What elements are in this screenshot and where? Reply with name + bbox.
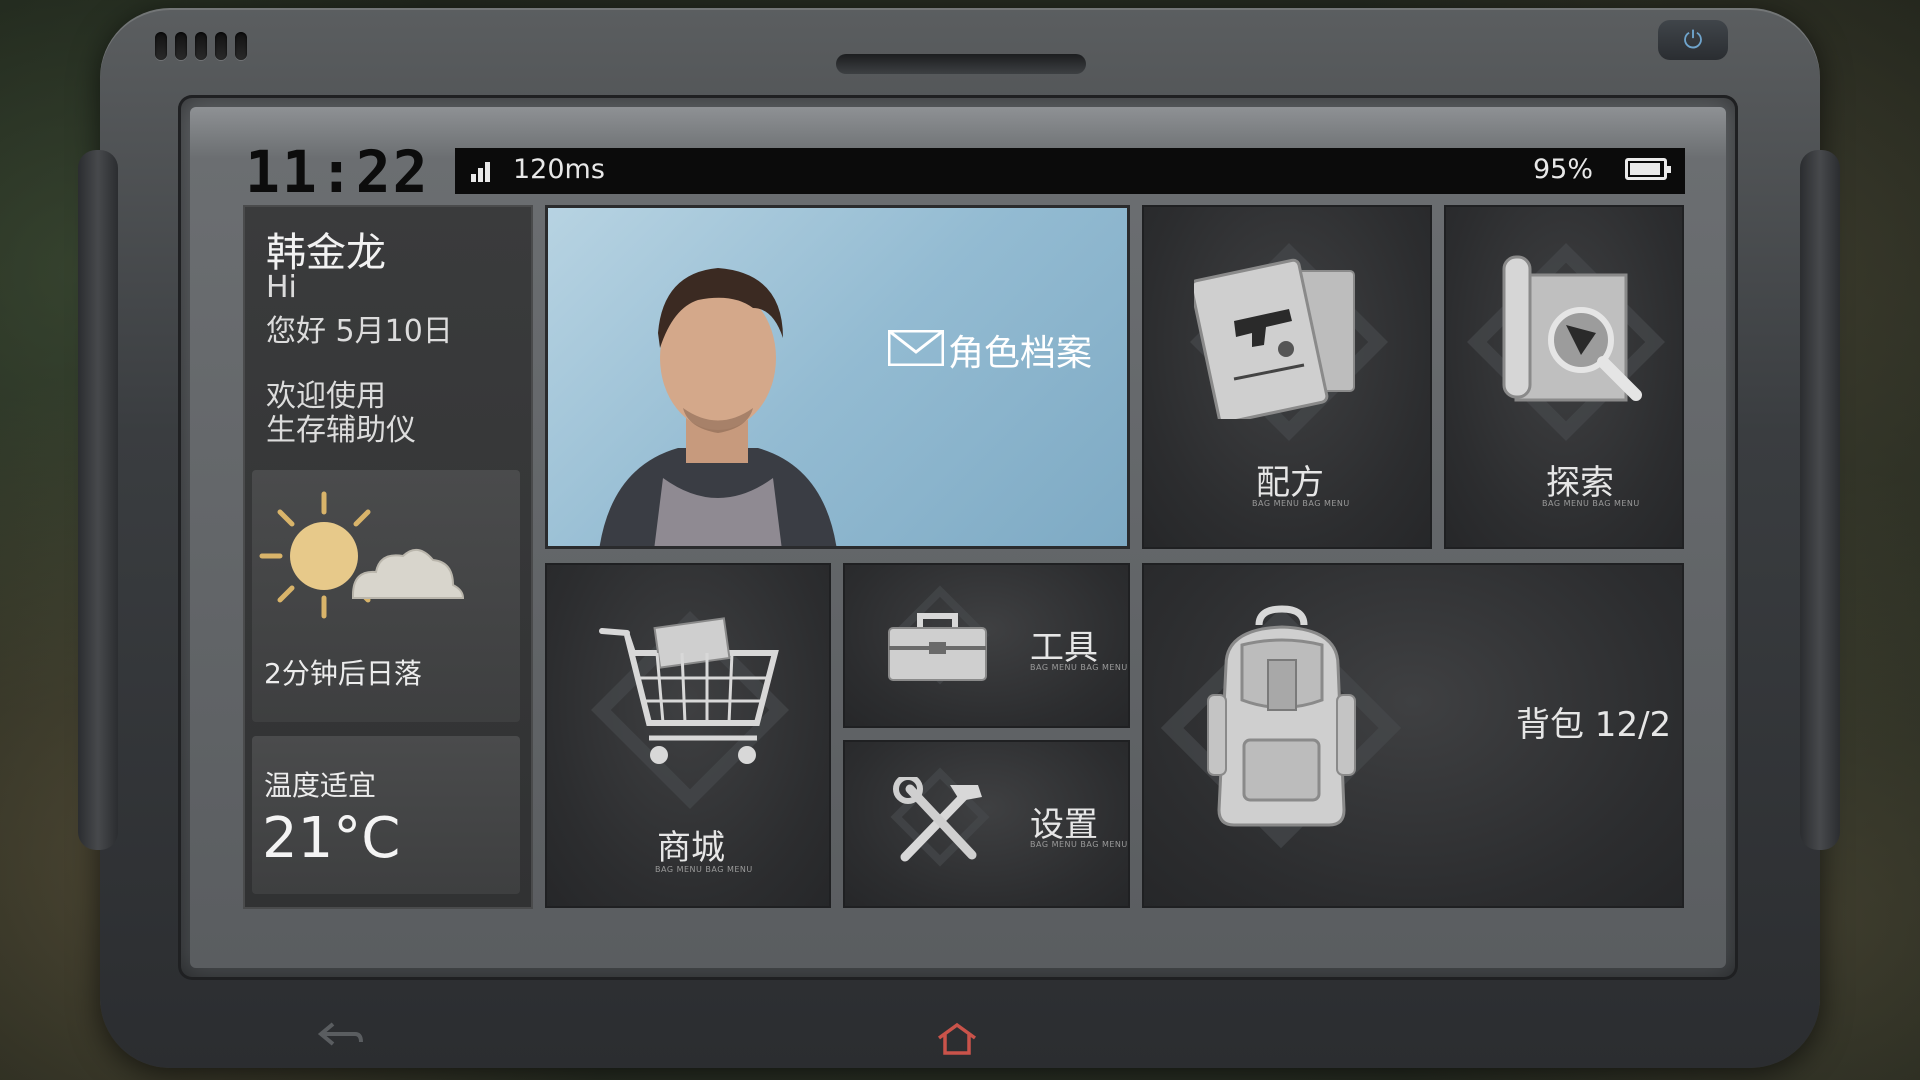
greeting-hi: Hi <box>266 270 297 305</box>
welcome-text: 欢迎使用 生存辅助仪 <box>266 380 416 448</box>
sunset-text: 2分钟后日落 <box>264 657 422 690</box>
tools-sub: BAG MENU BAG MENU <box>1030 663 1128 672</box>
welcome-line-2: 生存辅助仪 <box>266 413 416 448</box>
status-bar: 120ms 95% <box>455 148 1685 194</box>
tools-tile[interactable]: 工具 BAG MENU BAG MENU <box>843 563 1130 728</box>
shop-tile[interactable]: 商城 BAG MENU BAG MENU <box>545 563 831 908</box>
explore-map-icon <box>1502 255 1642 402</box>
settings-label: 设置 <box>1030 805 1098 845</box>
temperature-value: 21°C <box>262 806 401 871</box>
tools-label: 工具 <box>1030 628 1098 668</box>
backpack-icon <box>1207 605 1356 827</box>
recipe-sub: BAG MENU BAG MENU <box>1252 499 1350 508</box>
battery-icon <box>1625 158 1671 180</box>
explore-tile[interactable]: 探索 BAG MENU BAG MENU <box>1444 205 1684 549</box>
power-icon[interactable]: ⏻ <box>1658 20 1728 60</box>
ping-value: 120ms <box>513 154 605 185</box>
profile-label: 角色档案 <box>948 333 1093 374</box>
recipe-label: 配方 <box>1256 463 1324 503</box>
explore-label: 探索 <box>1546 463 1614 503</box>
profile-tile[interactable]: 角色档案 <box>545 205 1130 549</box>
mail-icon <box>888 330 944 366</box>
explore-sub: BAG MENU BAG MENU <box>1542 499 1640 508</box>
wrench-hammer-icon <box>893 777 982 862</box>
battery-percent: 95% <box>1532 154 1593 185</box>
welcome-line-1: 欢迎使用 <box>266 379 386 414</box>
temperature-label: 温度适宜 <box>264 769 377 802</box>
greeting-date: 您好 5月10日 <box>266 314 453 349</box>
right-side-rail <box>1800 150 1840 850</box>
back-icon[interactable] <box>315 1020 365 1050</box>
signal-icon <box>471 162 490 182</box>
backpack-label: 背包 12/2 <box>1516 705 1672 745</box>
settings-tile[interactable]: 设置 BAG MENU BAG MENU <box>843 740 1130 908</box>
recipe-book-icon <box>1194 258 1355 419</box>
shopping-cart-icon <box>599 617 779 764</box>
settings-sub: BAG MENU BAG MENU <box>1030 840 1128 849</box>
recipe-tile[interactable]: 配方 BAG MENU BAG MENU <box>1142 205 1432 549</box>
toolbox-icon <box>888 613 987 681</box>
shop-sub: BAG MENU BAG MENU <box>655 865 753 874</box>
home-icon[interactable] <box>936 1022 978 1056</box>
speaker-vent <box>155 32 247 60</box>
top-slot <box>836 54 1086 74</box>
left-side-rail <box>78 150 118 850</box>
character-portrait <box>599 268 837 546</box>
shop-label: 商城 <box>657 828 725 868</box>
sun-cloud-icon <box>259 491 465 619</box>
clock: 11:22 <box>245 138 430 206</box>
backpack-tile[interactable]: 背包 12/2 <box>1142 563 1684 908</box>
